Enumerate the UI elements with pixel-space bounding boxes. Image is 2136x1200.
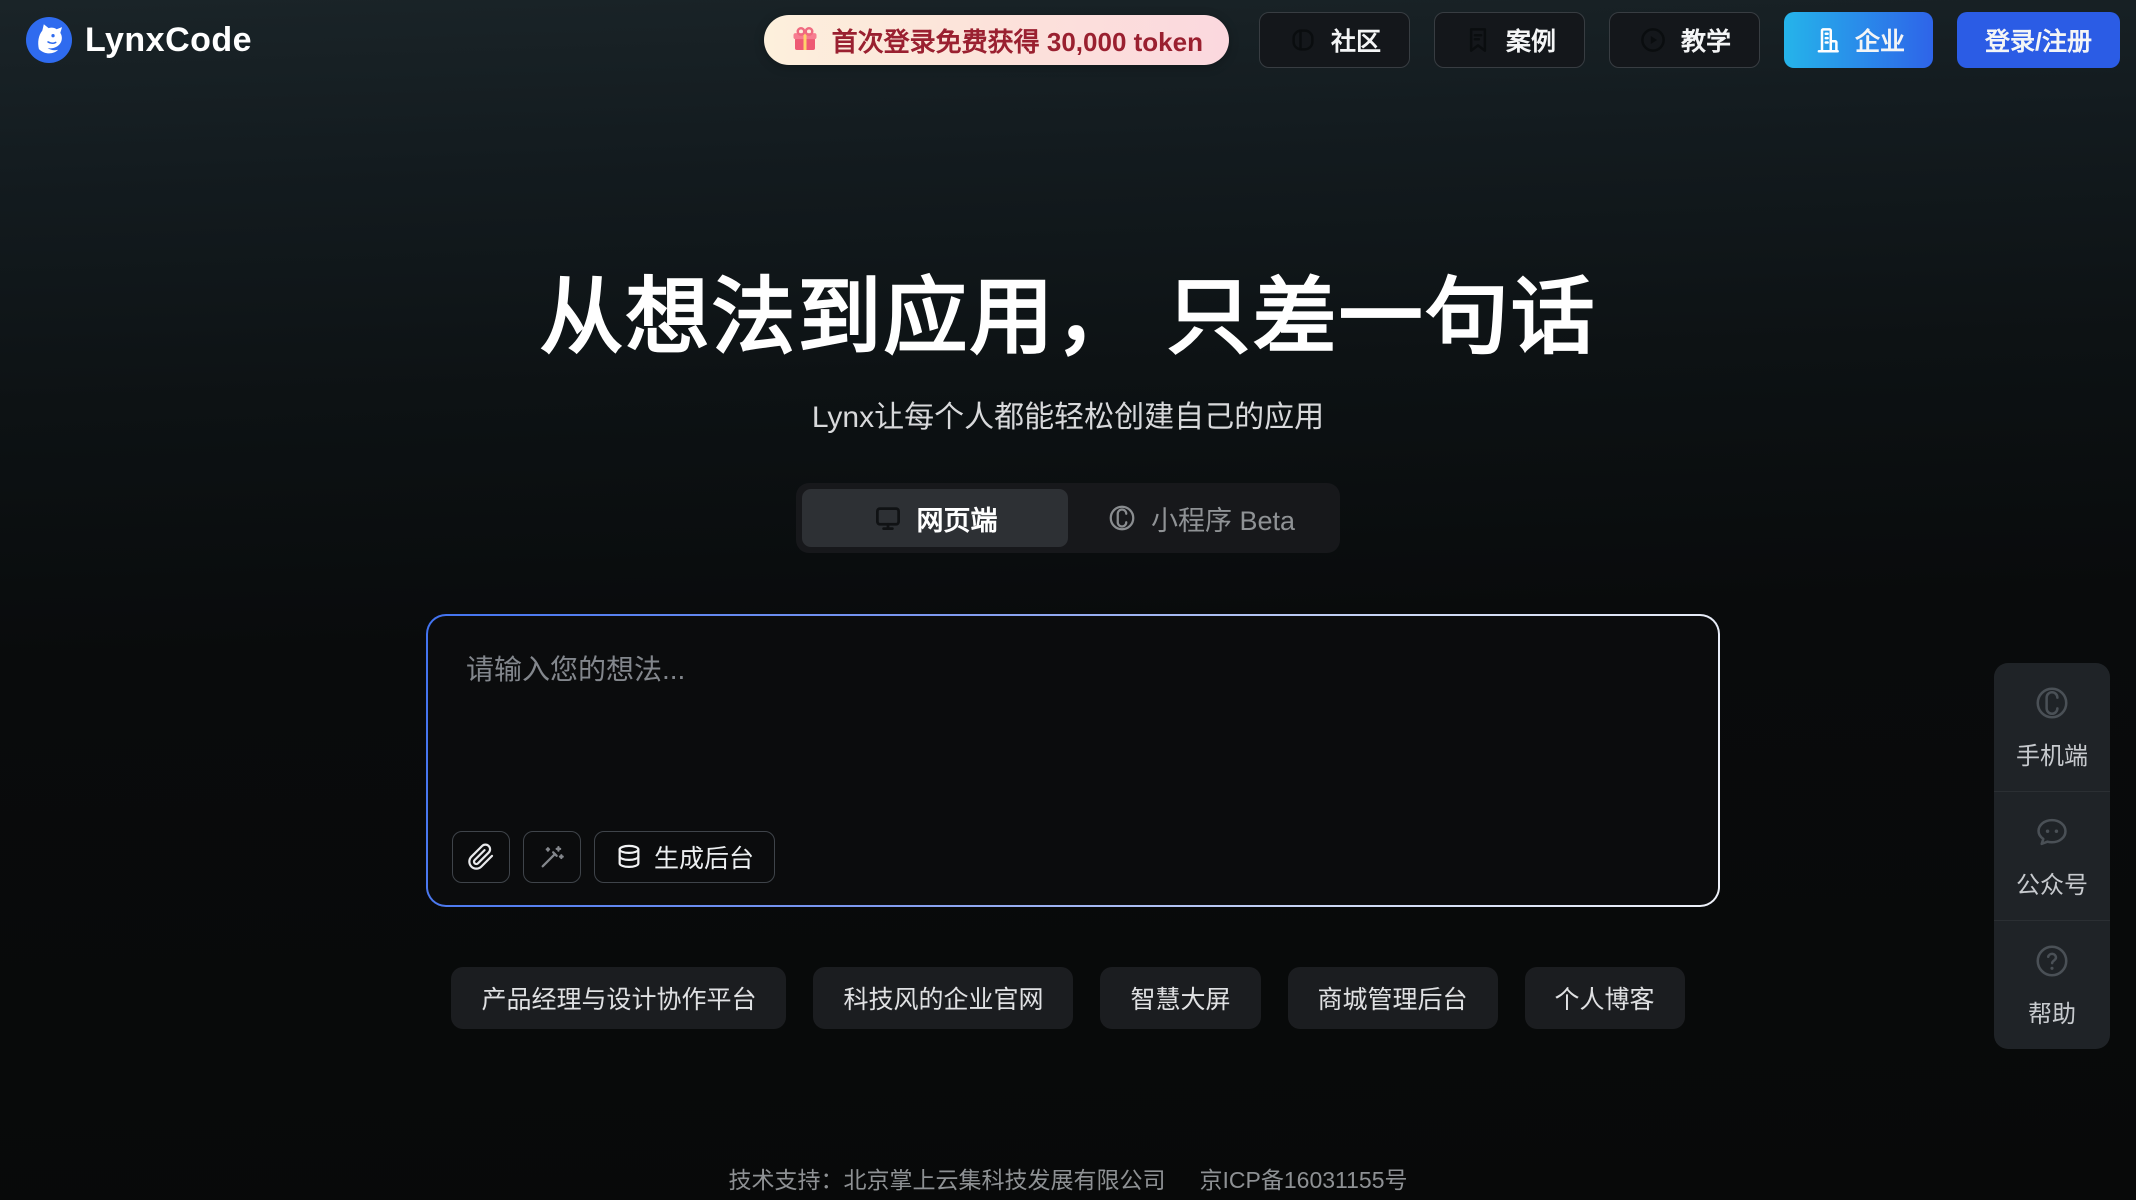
nav-tutorial-label: 教学 bbox=[1681, 22, 1731, 58]
question-circle-icon bbox=[2033, 942, 2071, 980]
suggestion-chip[interactable]: 智慧大屏 bbox=[1100, 967, 1260, 1029]
promo-text: 首次登录免费获得 30,000 token bbox=[832, 22, 1203, 59]
generate-backend-label: 生成后台 bbox=[654, 839, 754, 875]
footer-icp-text[interactable]: 京ICP备16031155号 bbox=[1200, 1161, 1408, 1195]
suggestion-chip[interactable]: 产品经理与设计协作平台 bbox=[451, 967, 786, 1029]
hero-subtitle: Lynx让每个人都能轻松创建自己的应用 bbox=[0, 392, 2136, 436]
idea-input[interactable] bbox=[428, 616, 1718, 816]
side-help-button[interactable]: 帮助 bbox=[1994, 920, 2110, 1049]
paperclip-icon bbox=[467, 843, 495, 871]
nav-community-label: 社区 bbox=[1331, 22, 1381, 58]
building-icon bbox=[1812, 25, 1842, 55]
generate-backend-button[interactable]: 生成后台 bbox=[594, 831, 775, 883]
suggestion-chips: 产品经理与设计协作平台 科技风的企业官网 智慧大屏 商城管理后台 个人博客 bbox=[0, 967, 2136, 1029]
footer: 技术支持：北京掌上云集科技发展有限公司 京ICP备16031155号 bbox=[0, 1161, 2136, 1195]
nav-tutorial-button[interactable]: 教学 bbox=[1609, 12, 1760, 68]
nav-cases-button[interactable]: 案例 bbox=[1434, 12, 1585, 68]
side-official-account-label: 公众号 bbox=[2016, 865, 2088, 900]
lynx-logo-icon bbox=[26, 17, 72, 63]
tab-web-label: 网页端 bbox=[917, 499, 998, 538]
floating-side-panel: 手机端 公众号 帮助 bbox=[1994, 663, 2110, 1049]
header-nav: 社区 案例 教学 企业 登录/注册 bbox=[1259, 12, 2120, 68]
suggestion-chip[interactable]: 个人博客 bbox=[1525, 967, 1685, 1029]
monitor-icon bbox=[873, 503, 903, 533]
idea-composer: 生成后台 bbox=[426, 614, 1720, 907]
tab-miniprogram[interactable]: 小程序 Beta bbox=[1068, 489, 1334, 547]
gift-icon bbox=[790, 25, 820, 55]
side-mobile-label: 手机端 bbox=[2016, 736, 2088, 771]
header: LynxCode 首次登录免费获得 30,000 token 社区 案例 bbox=[0, 0, 2136, 80]
brand-logo[interactable]: LynxCode bbox=[26, 17, 252, 63]
enhance-prompt-button[interactable] bbox=[523, 831, 581, 883]
miniprogram-icon bbox=[1107, 503, 1137, 533]
wand-sparkles-icon bbox=[538, 843, 566, 871]
hero-title: 从想法到应用， 只差一句话 bbox=[0, 250, 2136, 371]
login-register-label: 登录/注册 bbox=[1985, 22, 2092, 58]
side-mobile-button[interactable]: 手机端 bbox=[1994, 663, 2110, 791]
side-help-label: 帮助 bbox=[2028, 994, 2076, 1029]
nav-cases-label: 案例 bbox=[1506, 22, 1556, 58]
tab-web[interactable]: 网页端 bbox=[802, 489, 1068, 547]
composer-toolbar: 生成后台 bbox=[452, 831, 775, 883]
nav-enterprise-button[interactable]: 企业 bbox=[1784, 12, 1933, 68]
tab-miniprogram-label: 小程序 Beta bbox=[1151, 499, 1295, 538]
nav-enterprise-label: 企业 bbox=[1855, 22, 1905, 58]
footer-support-text: 技术支持：北京掌上云集科技发展有限公司 bbox=[729, 1161, 1166, 1195]
community-box-icon bbox=[1288, 25, 1318, 55]
brand-name: LynxCode bbox=[85, 21, 252, 60]
wechat-icon bbox=[2033, 813, 2071, 851]
attach-file-button[interactable] bbox=[452, 831, 510, 883]
database-icon bbox=[615, 843, 643, 871]
nav-community-button[interactable]: 社区 bbox=[1259, 12, 1410, 68]
platform-tabs: 网页端 小程序 Beta bbox=[796, 483, 1340, 553]
login-register-button[interactable]: 登录/注册 bbox=[1957, 12, 2120, 68]
side-official-account-button[interactable]: 公众号 bbox=[1994, 791, 2110, 920]
suggestion-chip[interactable]: 商城管理后台 bbox=[1288, 967, 1498, 1029]
bookmark-icon bbox=[1463, 25, 1493, 55]
suggestion-chip[interactable]: 科技风的企业官网 bbox=[813, 967, 1073, 1029]
miniprogram-icon bbox=[2033, 684, 2071, 722]
play-circle-icon bbox=[1638, 25, 1668, 55]
promo-banner[interactable]: 首次登录免费获得 30,000 token bbox=[764, 15, 1229, 65]
composer-inner: 生成后台 bbox=[428, 616, 1718, 905]
